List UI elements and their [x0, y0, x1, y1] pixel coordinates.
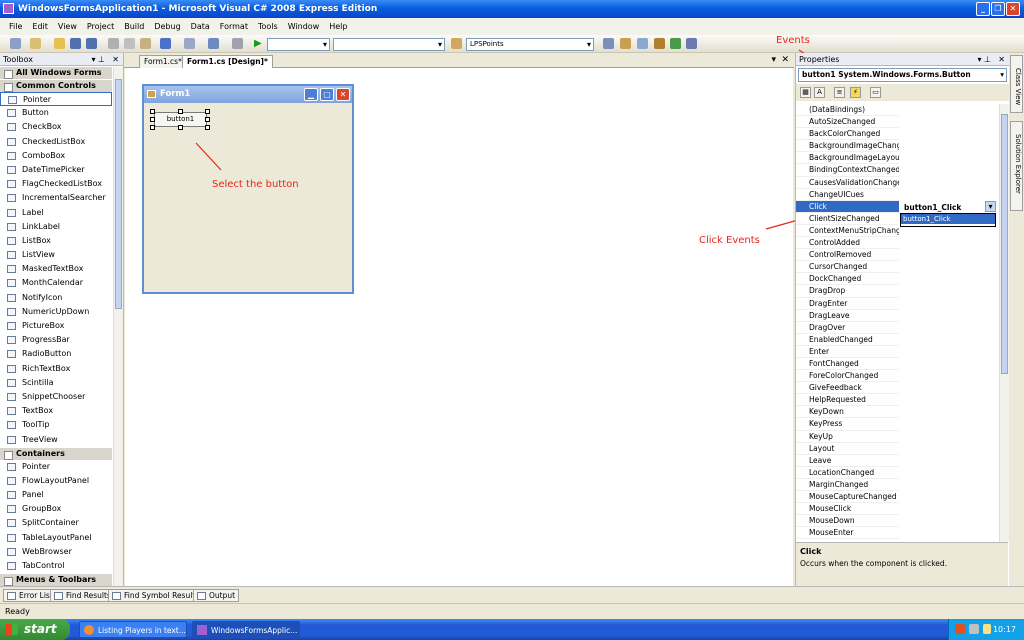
events-list: (DataBindings) AutoSizeChanged BackColorCh… [796, 104, 999, 592]
event-row[interactable]: BackgroundImageChanged [796, 140, 899, 153]
find-symbol-icon [112, 592, 121, 600]
event-row[interactable]: DragOver [796, 322, 899, 334]
click-handler-value[interactable]: button1_Click [901, 200, 998, 213]
event-row[interactable]: KeyPress [796, 418, 899, 431]
taskbar: start Listing Players in text... Windows… [0, 619, 1024, 640]
event-row[interactable]: (DataBindings) [796, 104, 899, 117]
event-row[interactable]: Click [796, 200, 899, 213]
event-row[interactable]: ControlAdded [796, 237, 899, 250]
categorized-icon[interactable]: ▦ [800, 87, 811, 98]
event-row[interactable]: MouseEnter [796, 527, 899, 540]
browser-icon [84, 625, 94, 635]
event-row[interactable]: CausesValidationChanged [796, 177, 899, 189]
event-row[interactable]: LocationChanged [796, 467, 899, 479]
event-row[interactable]: ForeColorChanged [796, 370, 899, 383]
properties-scrollbar[interactable] [999, 104, 1009, 542]
event-row[interactable]: KeyDown [796, 406, 899, 419]
properties-header: Properties ▾ ⊥ ✕ [796, 53, 1009, 66]
property-pages-icon[interactable]: ▭ [870, 87, 881, 98]
annotation-click-events: Click Events [699, 235, 760, 246]
description-title: Click [800, 547, 822, 556]
find-results-icon [54, 592, 63, 600]
event-row[interactable]: ControlRemoved [796, 249, 899, 262]
taskbar-item-vs[interactable]: WindowsFormsApplic... [192, 621, 300, 638]
clock: 10:17 [992, 625, 1016, 634]
event-row[interactable]: DragDrop [796, 285, 899, 298]
side-tabs: Class View Solution Explorer [1009, 53, 1024, 586]
event-row[interactable]: CursorChanged [796, 261, 899, 274]
event-row[interactable]: MouseCaptureChanged [796, 491, 899, 504]
windows-logo-icon [6, 624, 18, 635]
status-bar: Ready [0, 603, 1024, 619]
tab-output[interactable]: Output [193, 589, 240, 602]
start-button[interactable]: start [0, 619, 70, 640]
tab-error-list[interactable]: Error List [3, 589, 57, 602]
event-row[interactable]: Enter [796, 346, 899, 358]
object-name: button1 System.Windows.Forms.Button [802, 70, 971, 79]
visual-studio-icon [197, 625, 207, 635]
object-selector[interactable]: button1 System.Windows.Forms.Button ▾ [798, 68, 1007, 82]
event-row[interactable]: DockChanged [796, 273, 899, 286]
handler-option[interactable]: button1_Click [901, 214, 995, 224]
event-row[interactable]: AutoSizeChanged [796, 116, 899, 129]
event-row[interactable]: MouseClick [796, 503, 899, 516]
event-row[interactable]: Leave [796, 455, 899, 467]
description-pane: Click Occurs when the component is click… [796, 542, 1008, 586]
event-row[interactable]: BindingContextChanged [796, 164, 899, 177]
event-row[interactable]: ContextMenuStripChanged [796, 225, 899, 238]
description-text: Occurs when the component is clicked. [800, 559, 948, 568]
event-row[interactable]: MarginChanged [796, 479, 899, 491]
event-row[interactable]: FontChanged [796, 358, 899, 371]
event-row[interactable]: ClientSizeChanged [796, 213, 899, 225]
taskbar-item-browser[interactable]: Listing Players in text... [79, 621, 187, 638]
event-row[interactable]: GiveFeedback [796, 382, 899, 395]
tab-label: Find Symbol Results [124, 591, 200, 600]
tray-icon[interactable] [983, 624, 991, 634]
chevron-down-icon: ▾ [1000, 70, 1004, 79]
properties-view-icon[interactable]: ≡ [834, 87, 845, 98]
annotation-select-button: Select the button [212, 179, 299, 190]
event-row[interactable]: BackgroundImageLayoutChanged [796, 152, 899, 165]
pin-icon[interactable]: ▾ ⊥ [977, 53, 991, 66]
properties-title: Properties [799, 55, 840, 64]
chevron-down-icon[interactable]: ▾ [985, 201, 996, 212]
system-tray: 10:17 [948, 619, 1024, 640]
alphabetical-icon[interactable]: A [814, 87, 825, 98]
event-row[interactable]: Layout [796, 443, 899, 455]
tab-label: Error List [19, 591, 53, 600]
tab-class-view[interactable]: Class View [1010, 55, 1023, 113]
status-text: Ready [5, 607, 30, 616]
task-label: WindowsFormsApplic... [211, 626, 298, 635]
event-row[interactable]: EnabledChanged [796, 334, 899, 346]
event-row[interactable]: ChangeUICues [796, 189, 899, 201]
events-icon[interactable]: ⚡ [850, 87, 861, 98]
event-row[interactable]: DragLeave [796, 310, 899, 322]
handler-dropdown: button1_Click [900, 213, 996, 227]
tab-label: Find Results [66, 591, 111, 600]
annotation-events: Events [776, 35, 810, 46]
event-row[interactable]: KeyUp [796, 431, 899, 443]
event-row[interactable]: DragEnter [796, 298, 899, 310]
bottom-tool-tabs: Error List Find Results Find Symbol Resu… [0, 586, 1024, 603]
tab-solution-explorer[interactable]: Solution Explorer [1010, 121, 1023, 211]
output-icon [197, 592, 206, 600]
properties-close-icon[interactable]: ✕ [998, 53, 1005, 66]
event-row[interactable]: MouseDown [796, 515, 899, 528]
tray-icon[interactable] [955, 624, 965, 634]
start-label: start [24, 622, 57, 636]
tab-find-results[interactable]: Find Results [50, 589, 115, 602]
properties-toolbar: ▦ A ≡ ⚡ ▭ [796, 84, 1009, 101]
error-list-icon [7, 592, 16, 600]
event-row[interactable]: BackColorChanged [796, 128, 899, 141]
tab-label: Output [209, 591, 236, 600]
tray-icon[interactable] [969, 624, 979, 634]
event-row[interactable]: HelpRequested [796, 394, 899, 407]
tab-find-symbol-results[interactable]: Find Symbol Results [108, 589, 204, 602]
properties-panel: Properties ▾ ⊥ ✕ button1 System.Windows.… [795, 53, 1009, 592]
task-label: Listing Players in text... [98, 626, 186, 635]
